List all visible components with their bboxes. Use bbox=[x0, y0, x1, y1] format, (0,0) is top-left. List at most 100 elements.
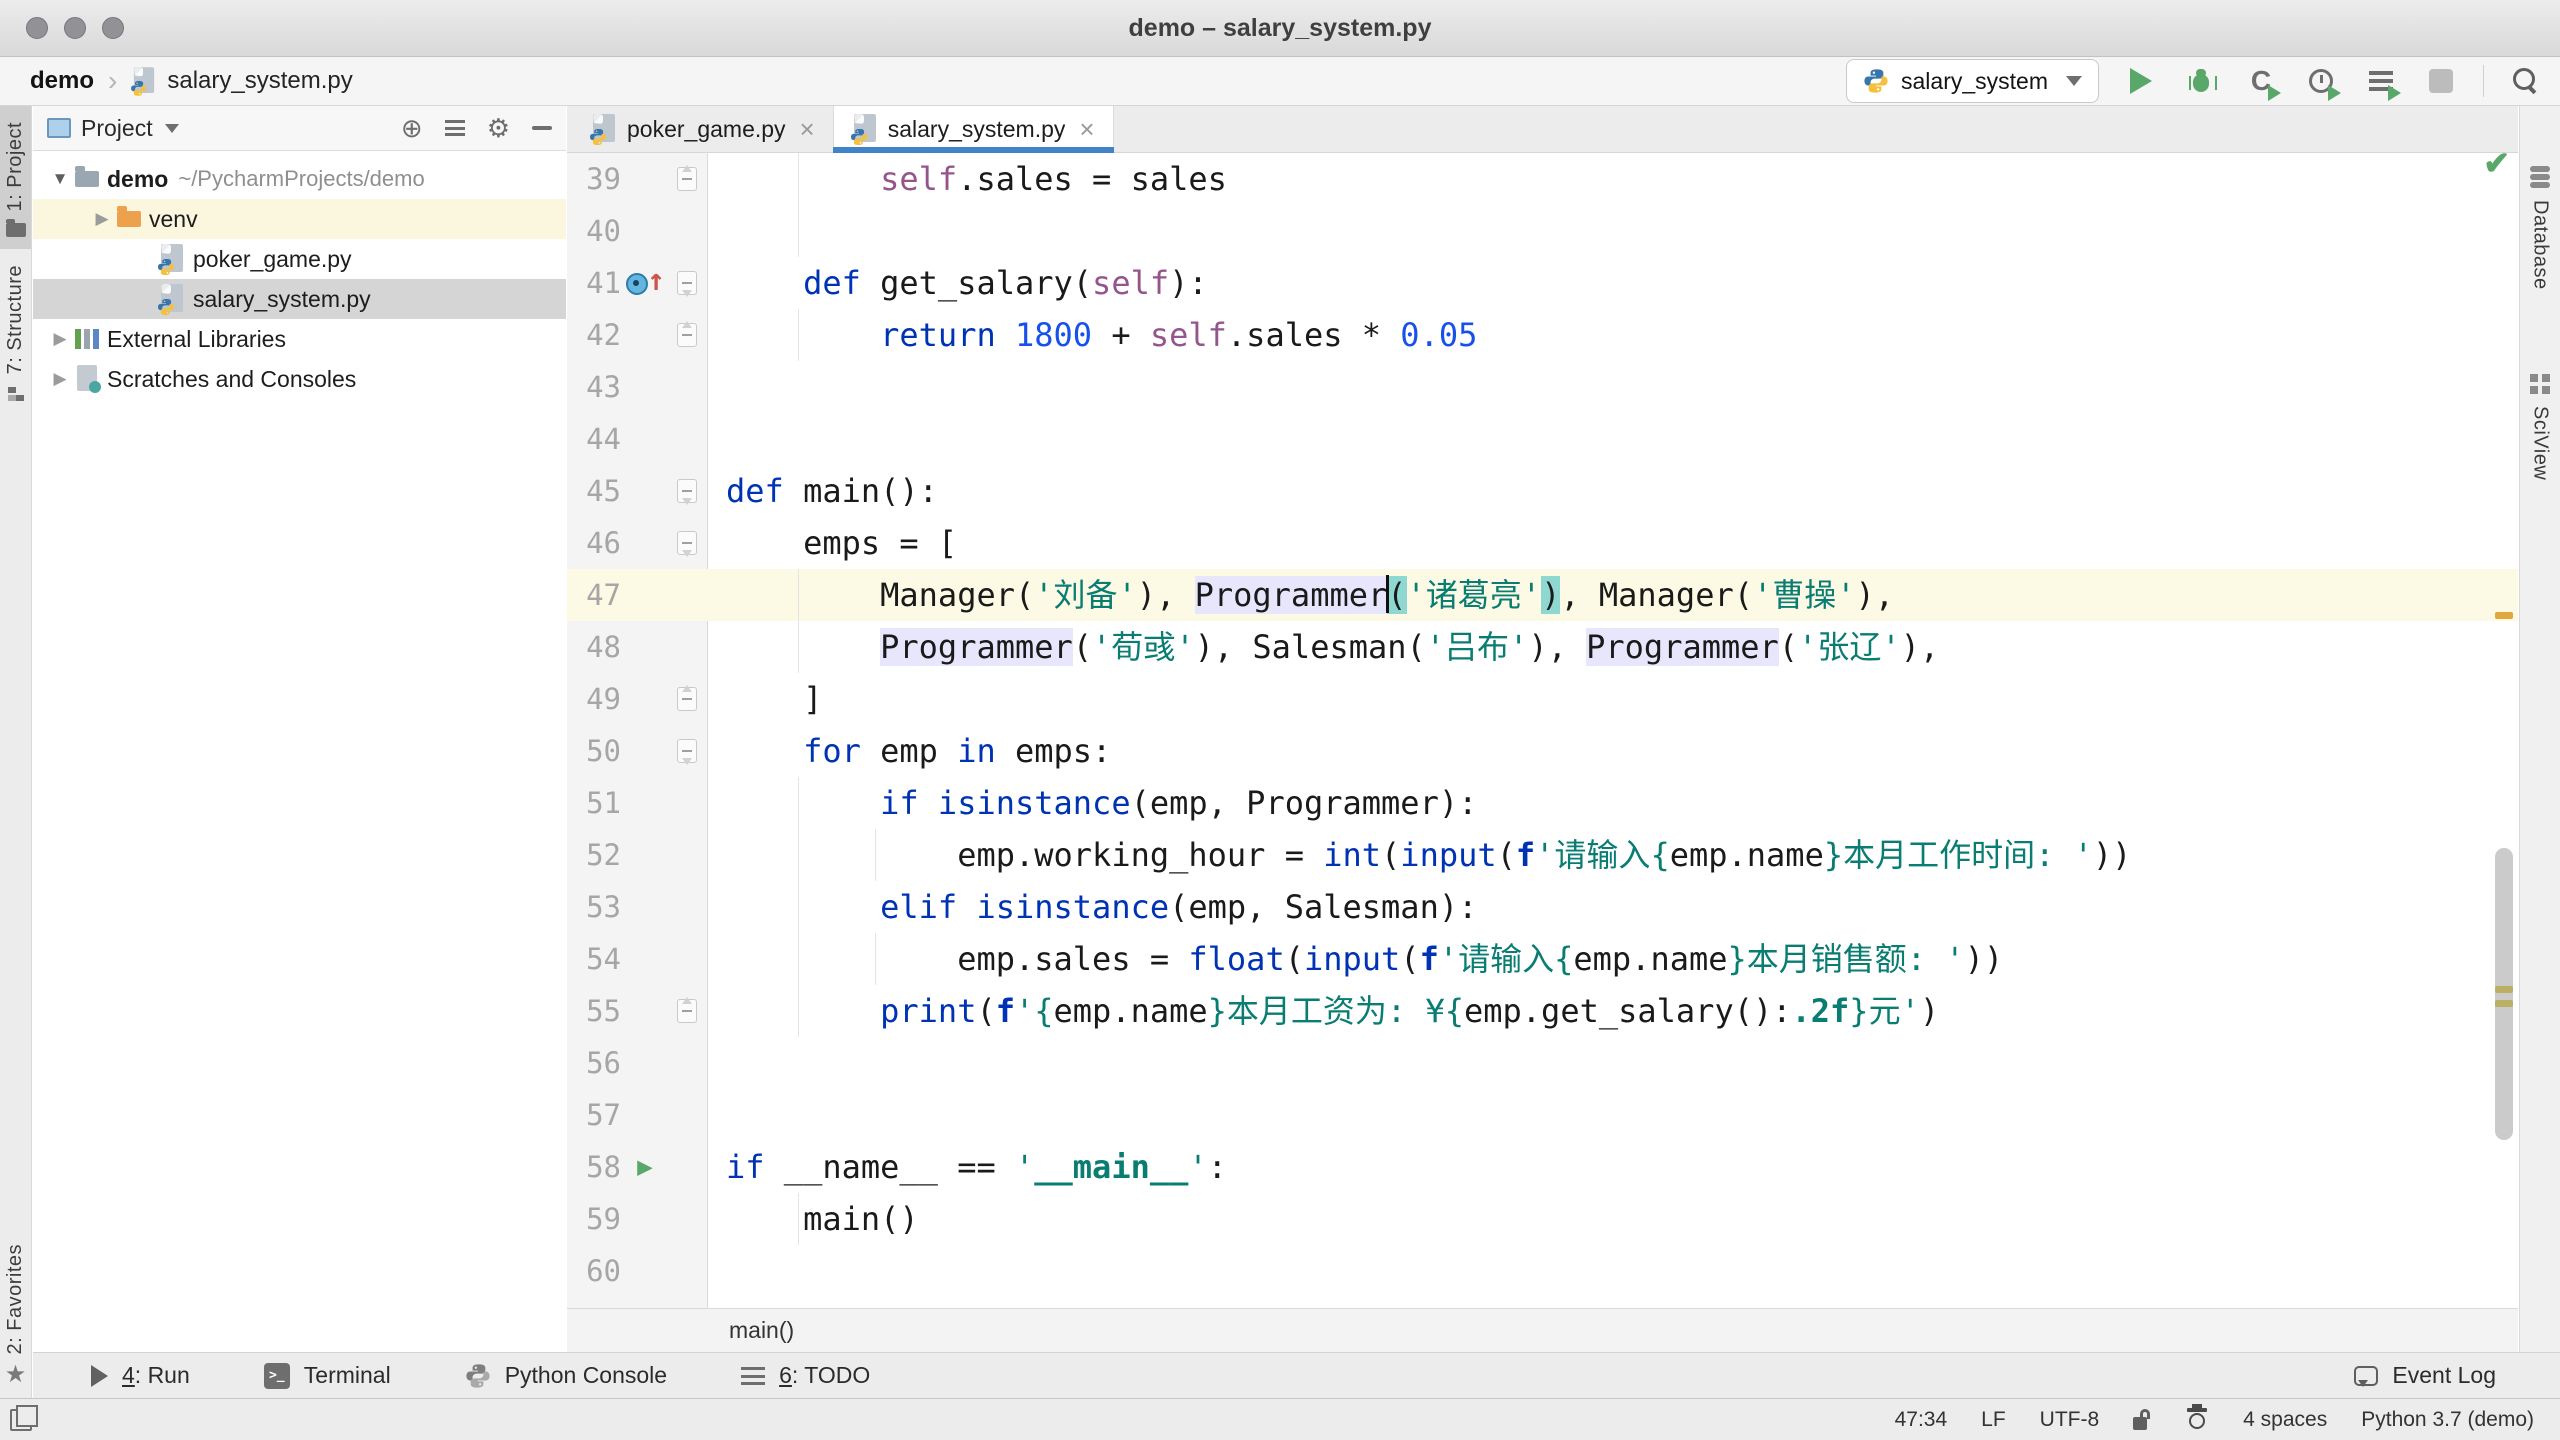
line-number[interactable]: 53 bbox=[567, 881, 621, 933]
code-line-60[interactable]: 60 bbox=[567, 1245, 2518, 1297]
concurrency-diagram-button[interactable] bbox=[2363, 63, 2401, 101]
locate-icon[interactable]: ⊕ bbox=[401, 115, 423, 141]
toolstrip-button-database[interactable]: Database bbox=[2529, 166, 2552, 290]
fold-marker-icon[interactable] bbox=[677, 479, 697, 503]
unlock-icon[interactable] bbox=[2133, 1408, 2151, 1431]
line-number[interactable]: 40 bbox=[567, 205, 621, 257]
run-line-icon[interactable]: ▶ bbox=[637, 1154, 653, 1180]
toolstrip-button----favorites[interactable]: 2: Favorites ★ bbox=[0, 1228, 31, 1398]
line-number[interactable]: 42 bbox=[567, 309, 621, 361]
chevron-collapsed-icon[interactable]: ▶ bbox=[87, 209, 117, 229]
project-panel-title[interactable]: Project bbox=[81, 115, 153, 142]
code-line-44[interactable]: 44 bbox=[567, 413, 2518, 465]
code-line-45[interactable]: 45 def main(): bbox=[567, 465, 2518, 517]
file-encoding[interactable]: UTF-8 bbox=[2040, 1408, 2100, 1432]
zoom-window-button[interactable] bbox=[102, 17, 124, 39]
caret-position[interactable]: 47:34 bbox=[1895, 1408, 1948, 1432]
code-line-50[interactable]: 50 for emp in emps: bbox=[567, 725, 2518, 777]
run-with-coverage-button[interactable]: C bbox=[2243, 63, 2281, 101]
line-number[interactable]: 44 bbox=[567, 413, 621, 465]
code-line-57[interactable]: 57 bbox=[567, 1089, 2518, 1141]
line-number[interactable]: 57 bbox=[567, 1089, 621, 1141]
breadcrumb-file[interactable]: salary_system.py bbox=[167, 67, 352, 95]
code-line-39[interactable]: 39 self.sales = sales bbox=[567, 153, 2518, 205]
code-line-55[interactable]: 55 print(f'{emp.name}本月工资为: ¥{emp.get_sa… bbox=[567, 985, 2518, 1037]
code-line-49[interactable]: 49 ] bbox=[567, 673, 2518, 725]
window-controls[interactable] bbox=[26, 17, 124, 39]
run-configuration-select[interactable]: salary_system bbox=[1846, 59, 2099, 103]
line-number[interactable]: 55 bbox=[567, 985, 621, 1037]
run-button[interactable] bbox=[2123, 63, 2159, 99]
fold-marker-icon[interactable] bbox=[677, 323, 697, 347]
collapse-all-icon[interactable] bbox=[444, 120, 465, 136]
interpreter[interactable]: Python 3.7 (demo) bbox=[2361, 1408, 2534, 1432]
tree-item-scratches-and-consoles[interactable]: ▶ Scratches and Consoles bbox=[33, 359, 566, 399]
toolwindow-button-python-console[interactable]: Python Console bbox=[465, 1362, 667, 1389]
line-number[interactable]: 43 bbox=[567, 361, 621, 413]
line-number[interactable]: 59 bbox=[567, 1193, 621, 1245]
editor-breadcrumb-item[interactable]: main() bbox=[729, 1317, 794, 1344]
tree-item-demo[interactable]: ▼ demo ~/PycharmProjects/demo bbox=[33, 159, 566, 199]
line-number[interactable]: 52 bbox=[567, 829, 621, 881]
breadcrumb[interactable]: demo › salary_system.py bbox=[30, 57, 353, 105]
line-number[interactable]: 47 bbox=[567, 569, 621, 621]
code-line-53[interactable]: 53 elif isinstance(emp, Salesman): bbox=[567, 881, 2518, 933]
event-log-button[interactable]: Event Log bbox=[2354, 1362, 2560, 1389]
toolwindow-switcher-icon[interactable] bbox=[10, 1404, 38, 1431]
code-line-40[interactable]: 40 bbox=[567, 205, 2518, 257]
line-number[interactable]: 39 bbox=[567, 153, 621, 205]
code-line-54[interactable]: 54 emp.sales = float(input(f'请输入{emp.nam… bbox=[567, 933, 2518, 985]
tree-item-external-libraries[interactable]: ▶ External Libraries bbox=[33, 319, 566, 359]
toolstrip-button----structure[interactable]: 7: Structure bbox=[0, 249, 31, 414]
gear-icon[interactable]: ⚙ bbox=[487, 115, 510, 141]
editor-tab-salary-system-py[interactable]: salary_system.py × bbox=[832, 106, 1114, 153]
debug-button[interactable] bbox=[2183, 63, 2219, 99]
editor-tab-poker-game-py[interactable]: poker_game.py × bbox=[573, 106, 833, 152]
chevron-expanded-icon[interactable]: ▼ bbox=[45, 169, 75, 189]
code-line-47[interactable]: 47 Manager('刘备'), Programmer('诸葛亮'), Man… bbox=[567, 569, 2518, 621]
profiler-button[interactable] bbox=[2303, 63, 2341, 101]
tree-item-venv[interactable]: ▶ venv bbox=[33, 199, 566, 239]
fold-marker-icon[interactable] bbox=[677, 999, 697, 1023]
breadcrumb-project[interactable]: demo bbox=[30, 67, 94, 95]
hide-panel-icon[interactable] bbox=[532, 126, 552, 130]
line-number[interactable]: 51 bbox=[567, 777, 621, 829]
line-separator[interactable]: LF bbox=[1981, 1408, 2006, 1432]
code-line-51[interactable]: 51 if isinstance(emp, Programmer): bbox=[567, 777, 2518, 829]
toolwindow-button-4--run[interactable]: 4: Run bbox=[91, 1362, 190, 1389]
stripe-mark[interactable] bbox=[2495, 612, 2513, 619]
line-number[interactable]: 49 bbox=[567, 673, 621, 725]
editor-scrollbar[interactable] bbox=[2495, 848, 2513, 1140]
code-line-59[interactable]: 59 main() bbox=[567, 1193, 2518, 1245]
line-number[interactable]: 56 bbox=[567, 1037, 621, 1089]
line-number[interactable]: 48 bbox=[567, 621, 621, 673]
code-line-56[interactable]: 56 bbox=[567, 1037, 2518, 1089]
override-method-icon[interactable]: ↑ bbox=[623, 261, 667, 305]
line-number[interactable]: 60 bbox=[567, 1245, 621, 1297]
line-number[interactable]: 41 bbox=[567, 257, 621, 309]
tab-close-icon[interactable]: × bbox=[800, 114, 815, 145]
code-area[interactable]: 39 self.sales = sales 40 41 ↑ def get_salar… bbox=[567, 153, 2518, 1308]
tab-close-icon[interactable]: × bbox=[1079, 114, 1094, 145]
line-number[interactable]: 45 bbox=[567, 465, 621, 517]
search-everywhere-button[interactable] bbox=[2508, 63, 2544, 99]
line-number[interactable]: 58 bbox=[567, 1141, 621, 1193]
close-window-button[interactable] bbox=[26, 17, 48, 39]
chevron-collapsed-icon[interactable]: ▶ bbox=[45, 369, 75, 389]
code-line-52[interactable]: 52 emp.working_hour = int(input(f'请输入{em… bbox=[567, 829, 2518, 881]
line-number[interactable]: 54 bbox=[567, 933, 621, 985]
fold-marker-icon[interactable] bbox=[677, 271, 697, 295]
code-line-48[interactable]: 48 Programmer('荀彧'), Salesman('吕布'), Pro… bbox=[567, 621, 2518, 673]
fold-marker-icon[interactable] bbox=[677, 687, 697, 711]
fold-marker-icon[interactable] bbox=[677, 739, 697, 763]
inspections-ok-icon[interactable]: ✔ bbox=[2483, 144, 2510, 182]
tree-item-salary-system-py[interactable]: salary_system.py bbox=[33, 279, 566, 319]
chevron-collapsed-icon[interactable]: ▶ bbox=[45, 329, 75, 349]
toolstrip-button----project[interactable]: 1: Project bbox=[0, 106, 31, 250]
fold-marker-icon[interactable] bbox=[677, 167, 697, 191]
highlighting-level-icon[interactable] bbox=[2185, 1403, 2209, 1432]
tree-item-poker-game-py[interactable]: poker_game.py bbox=[33, 239, 566, 279]
toolwindow-button-6--todo[interactable]: 6: TODO bbox=[741, 1362, 870, 1389]
code-line-41[interactable]: 41 ↑ def get_salary(self): bbox=[567, 257, 2518, 309]
stop-button[interactable] bbox=[2423, 63, 2459, 99]
